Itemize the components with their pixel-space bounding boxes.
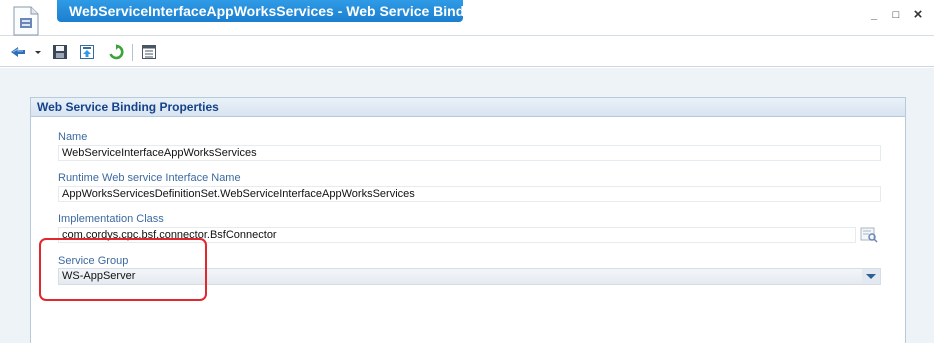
editor-content: Web Service Binding Properties Name WebS…	[0, 68, 934, 343]
window-title: WebServiceInterfaceAppWorksServices - We…	[69, 3, 463, 19]
name-label: Name	[58, 131, 88, 143]
web-service-binding-panel: Web Service Binding Properties Name WebS…	[30, 97, 906, 343]
panel-title: Web Service Binding Properties	[31, 98, 905, 117]
chevron-down-icon[interactable]	[862, 269, 880, 284]
implementation-class-label: Implementation Class	[58, 213, 164, 225]
properties-icon[interactable]	[141, 44, 157, 60]
title-bar: WebServiceInterfaceAppWorksServices - We…	[0, 0, 934, 36]
runtime-interface-name-label: Runtime Web service Interface Name	[58, 172, 241, 184]
publish-icon[interactable]	[79, 44, 95, 60]
name-field[interactable]: WebServiceInterfaceAppWorksServices	[58, 145, 881, 161]
close-button[interactable]: ×	[910, 7, 926, 22]
refresh-icon[interactable]	[108, 44, 124, 60]
toolbar-separator	[132, 44, 133, 61]
runtime-interface-name-field[interactable]: AppWorksServicesDefinitionSet.WebService…	[58, 186, 881, 202]
toolbar	[0, 37, 934, 67]
save-icon[interactable]	[52, 44, 68, 60]
minimize-button[interactable]: _	[866, 8, 882, 22]
navigate-icon[interactable]	[9, 44, 25, 60]
service-group-highlight	[39, 238, 207, 301]
dropdown-icon[interactable]	[33, 44, 43, 60]
restore-button[interactable]: □	[888, 8, 904, 22]
lookup-icon[interactable]	[860, 227, 878, 243]
window-title-tab[interactable]: WebServiceInterfaceAppWorksServices - We…	[57, 0, 463, 22]
document-icon	[13, 6, 39, 36]
